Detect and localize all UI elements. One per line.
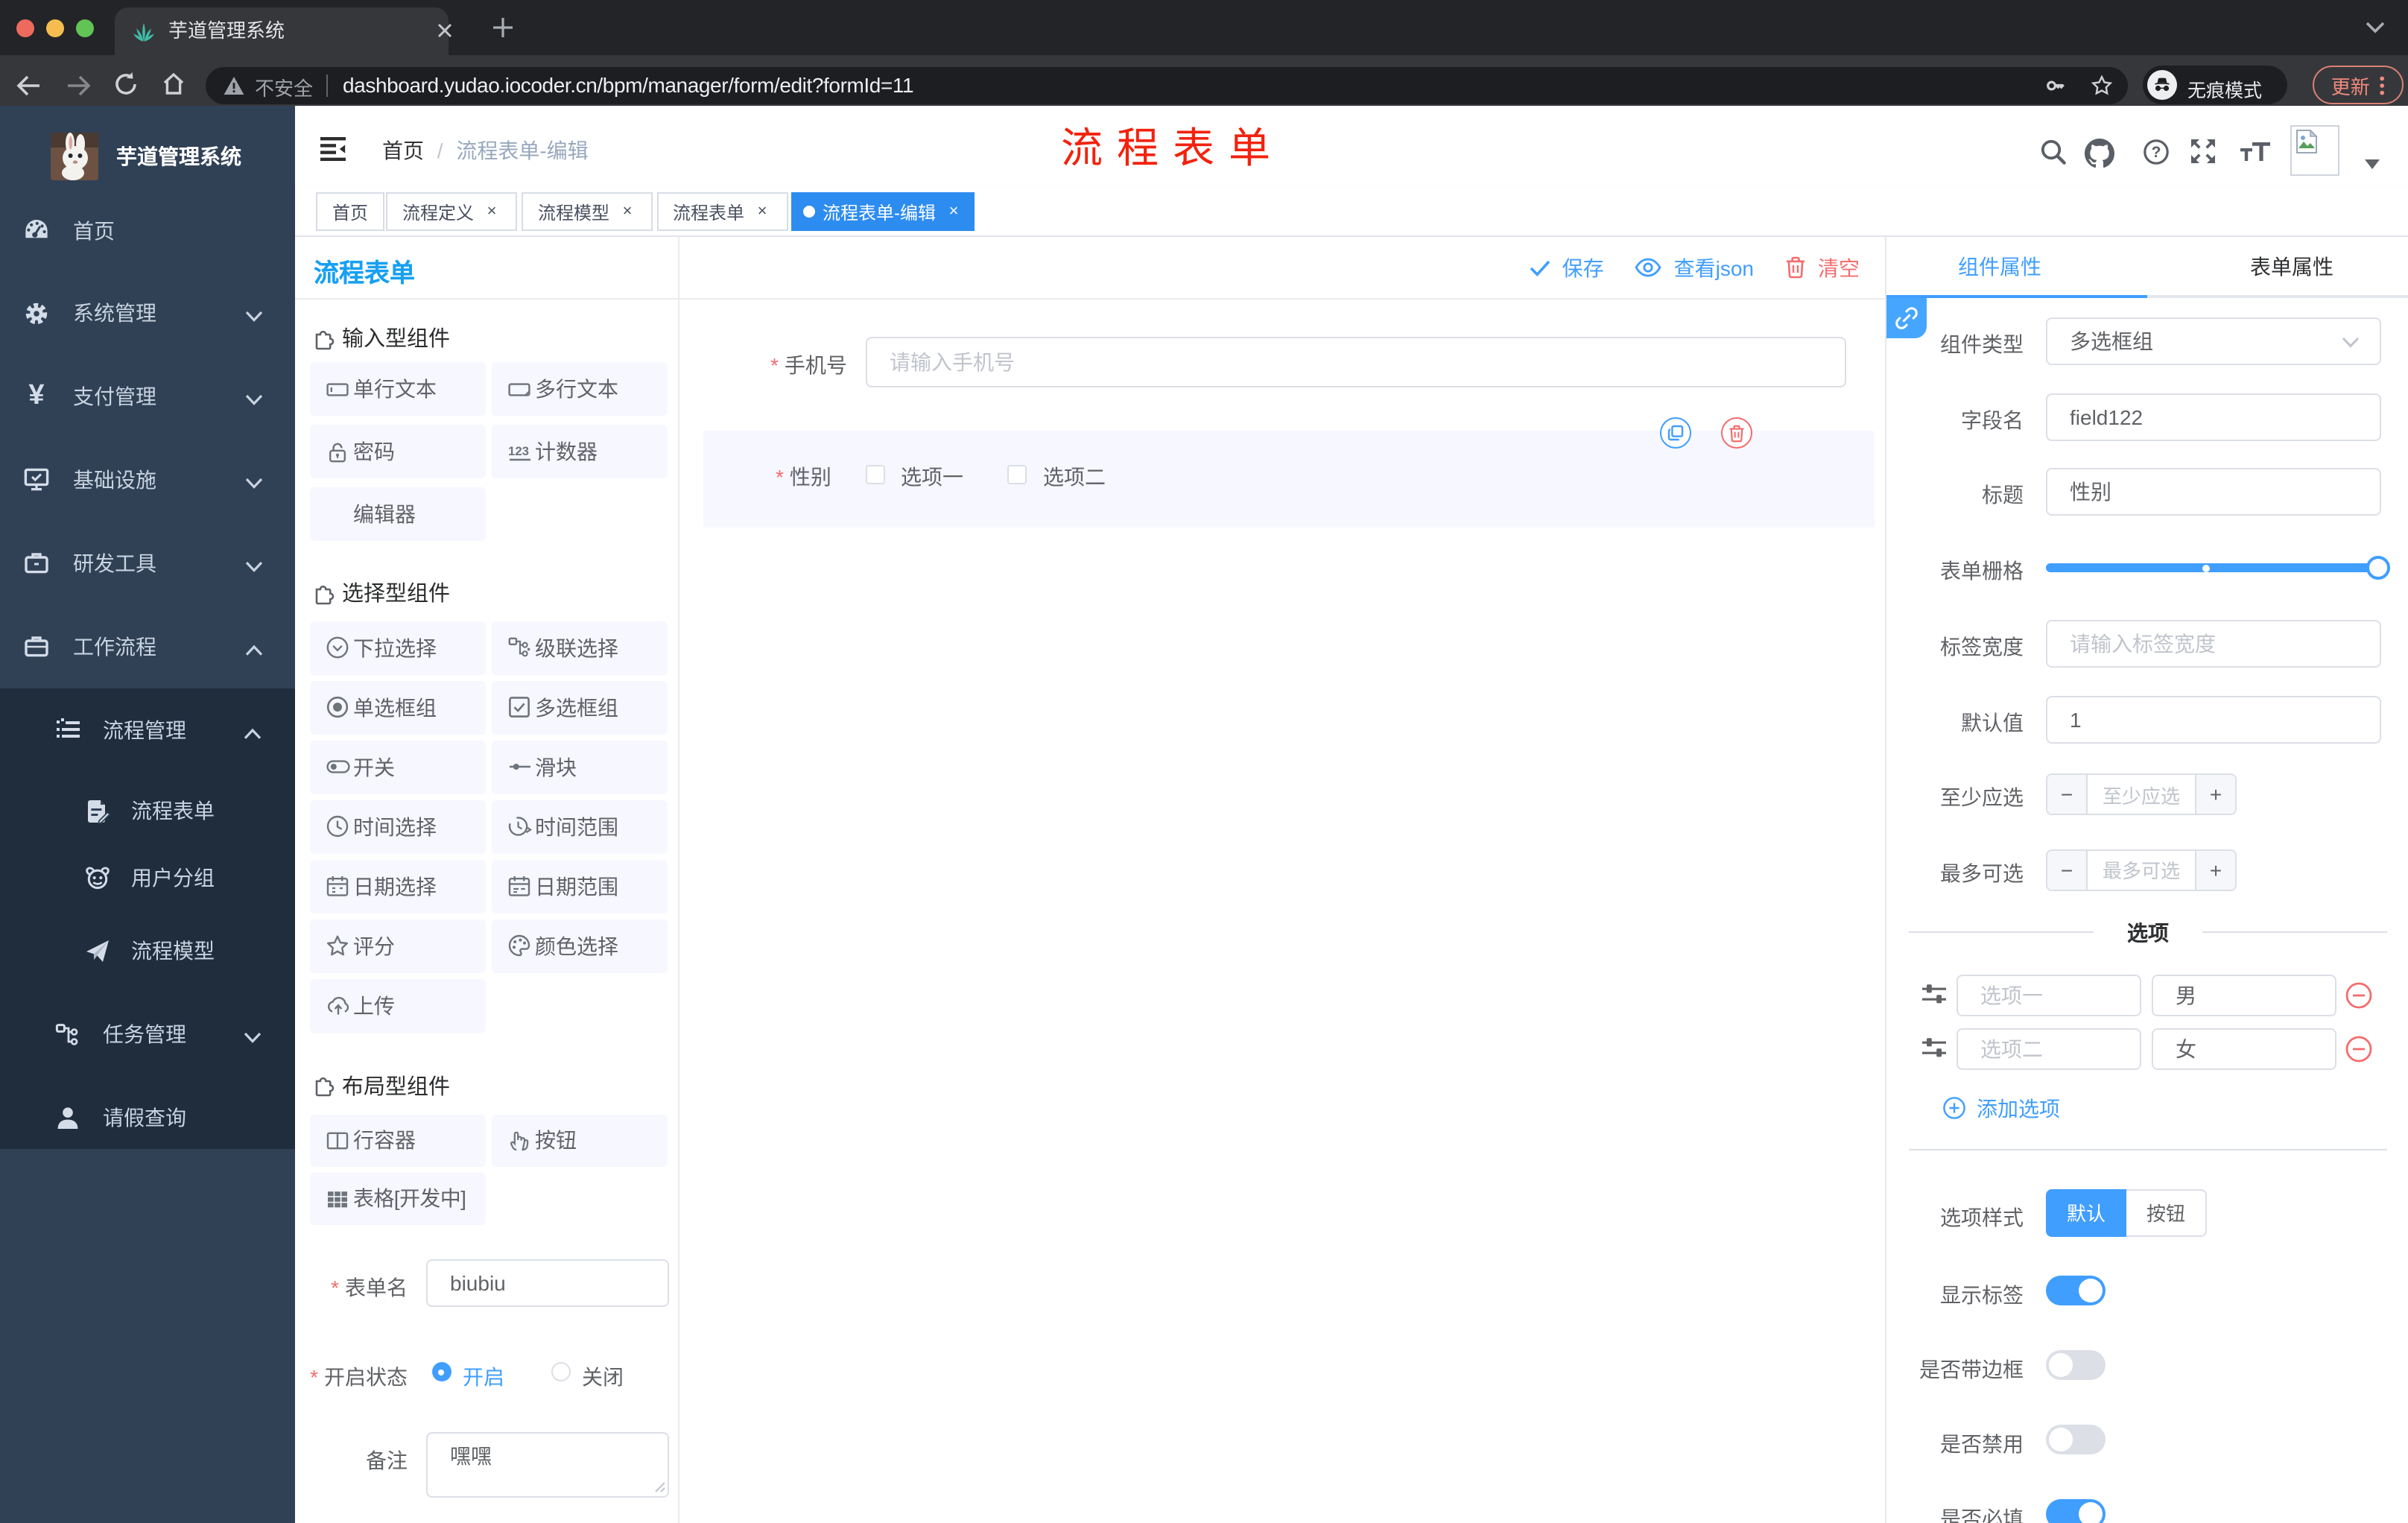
svg-text:?: ? — [2152, 144, 2161, 161]
svg-text:123: 123 — [508, 443, 529, 457]
